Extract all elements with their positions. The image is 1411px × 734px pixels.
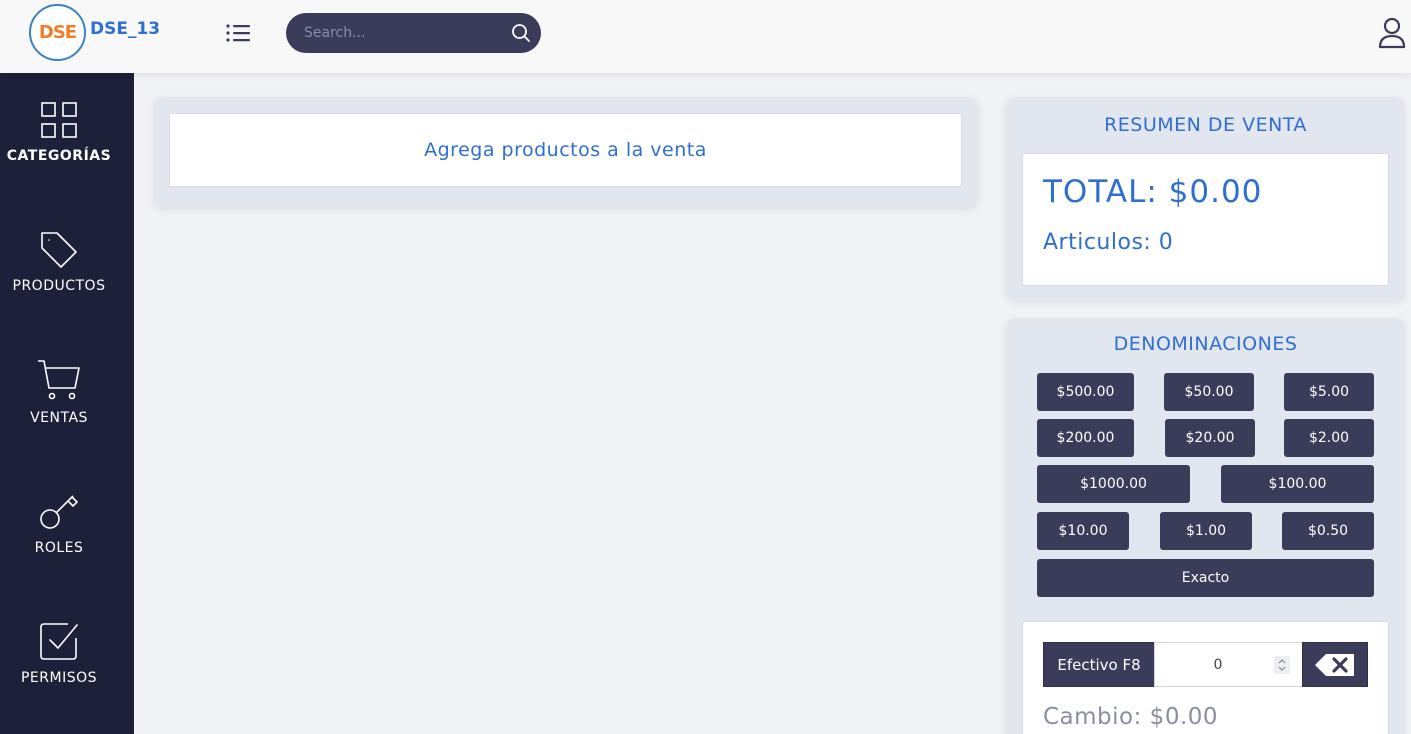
brand-name[interactable]: DSE_13 — [90, 19, 160, 39]
cash-field — [1154, 642, 1303, 687]
cash-input[interactable] — [1163, 653, 1273, 677]
denom-50-button[interactable]: $50.00 — [1164, 373, 1254, 411]
grid-icon — [41, 102, 77, 138]
backspace-icon — [1315, 653, 1354, 676]
cash-label: Efectivo F8 — [1043, 642, 1155, 687]
top-header: DSE DSE_13 — [0, 0, 1411, 73]
denom-5-button[interactable]: $5.00 — [1284, 373, 1374, 411]
sidebar-item-label: CATEGORÍAS — [6, 148, 112, 164]
denominations-panel: DENOMINACIONES $500.00 $50.00 $5.00 $200… — [1006, 318, 1405, 734]
sidebar-item-categorias[interactable]: CATEGORÍAS — [0, 100, 118, 200]
menu-list-icon[interactable] — [225, 22, 251, 44]
key-icon — [40, 495, 78, 529]
items-count: Articulos: 0 — [1043, 230, 1174, 255]
sidebar-item-label: ROLES — [34, 540, 84, 556]
search-bar — [286, 13, 541, 53]
denom-100-button[interactable]: $100.00 — [1221, 465, 1374, 503]
denom-200-button[interactable]: $200.00 — [1037, 419, 1134, 457]
sidebar-item-productos[interactable]: PRODUCTOS — [0, 230, 118, 330]
denom-1-button[interactable]: $1.00 — [1160, 512, 1252, 550]
logo-text: DSE — [38, 22, 77, 43]
number-spinner[interactable] — [1274, 656, 1290, 674]
sidebar-item-ventas[interactable]: VENTAS — [0, 358, 118, 458]
clear-cash-button[interactable] — [1302, 642, 1368, 687]
sidebar-item-label: PERMISOS — [20, 670, 98, 686]
payment-box: Efectivo F8 Cambio: $0.00 — [1022, 621, 1389, 734]
denom-20-button[interactable]: $20.00 — [1165, 419, 1255, 457]
sidebar-item-roles[interactable]: ROLES — [0, 490, 118, 590]
cart-panel: Agrega productos a la venta — [153, 97, 978, 208]
denom-500-button[interactable]: $500.00 — [1037, 373, 1134, 411]
checkbox-icon — [40, 623, 78, 660]
summary-box: TOTAL: $0.00 Articulos: 0 — [1022, 153, 1389, 286]
spinner-arrows-icon — [1278, 659, 1286, 671]
sale-summary-panel: RESUMEN DE VENTA TOTAL: $0.00 Articulos:… — [1006, 97, 1405, 301]
sidebar-item-label: VENTAS — [30, 410, 88, 426]
summary-title: RESUMEN DE VENTA — [1104, 114, 1307, 136]
sidebar-item-permisos[interactable]: PERMISOS — [0, 620, 118, 720]
sidebar-item-label: PRODUCTOS — [12, 278, 106, 294]
empty-cart-message: Agrega productos a la venta — [169, 113, 962, 187]
denom-10-button[interactable]: $10.00 — [1037, 512, 1129, 550]
search-icon[interactable] — [511, 23, 531, 43]
change-amount: Cambio: $0.00 — [1043, 704, 1219, 730]
exact-button[interactable]: Exacto — [1037, 559, 1374, 597]
sidebar: CATEGORÍAS PRODUCTOS VENTAS ROLES PERMIS… — [0, 73, 134, 734]
denominations-title: DENOMINACIONES — [1113, 333, 1298, 355]
logo[interactable]: DSE — [29, 4, 86, 61]
denom-1000-button[interactable]: $1000.00 — [1037, 465, 1190, 503]
denom-050-button[interactable]: $0.50 — [1282, 512, 1374, 550]
user-icon[interactable] — [1378, 17, 1406, 49]
denom-2-button[interactable]: $2.00 — [1284, 419, 1374, 457]
total-amount: TOTAL: $0.00 — [1043, 174, 1263, 210]
cart-icon — [38, 360, 80, 400]
tag-icon — [41, 232, 77, 268]
search-input[interactable] — [304, 22, 504, 44]
